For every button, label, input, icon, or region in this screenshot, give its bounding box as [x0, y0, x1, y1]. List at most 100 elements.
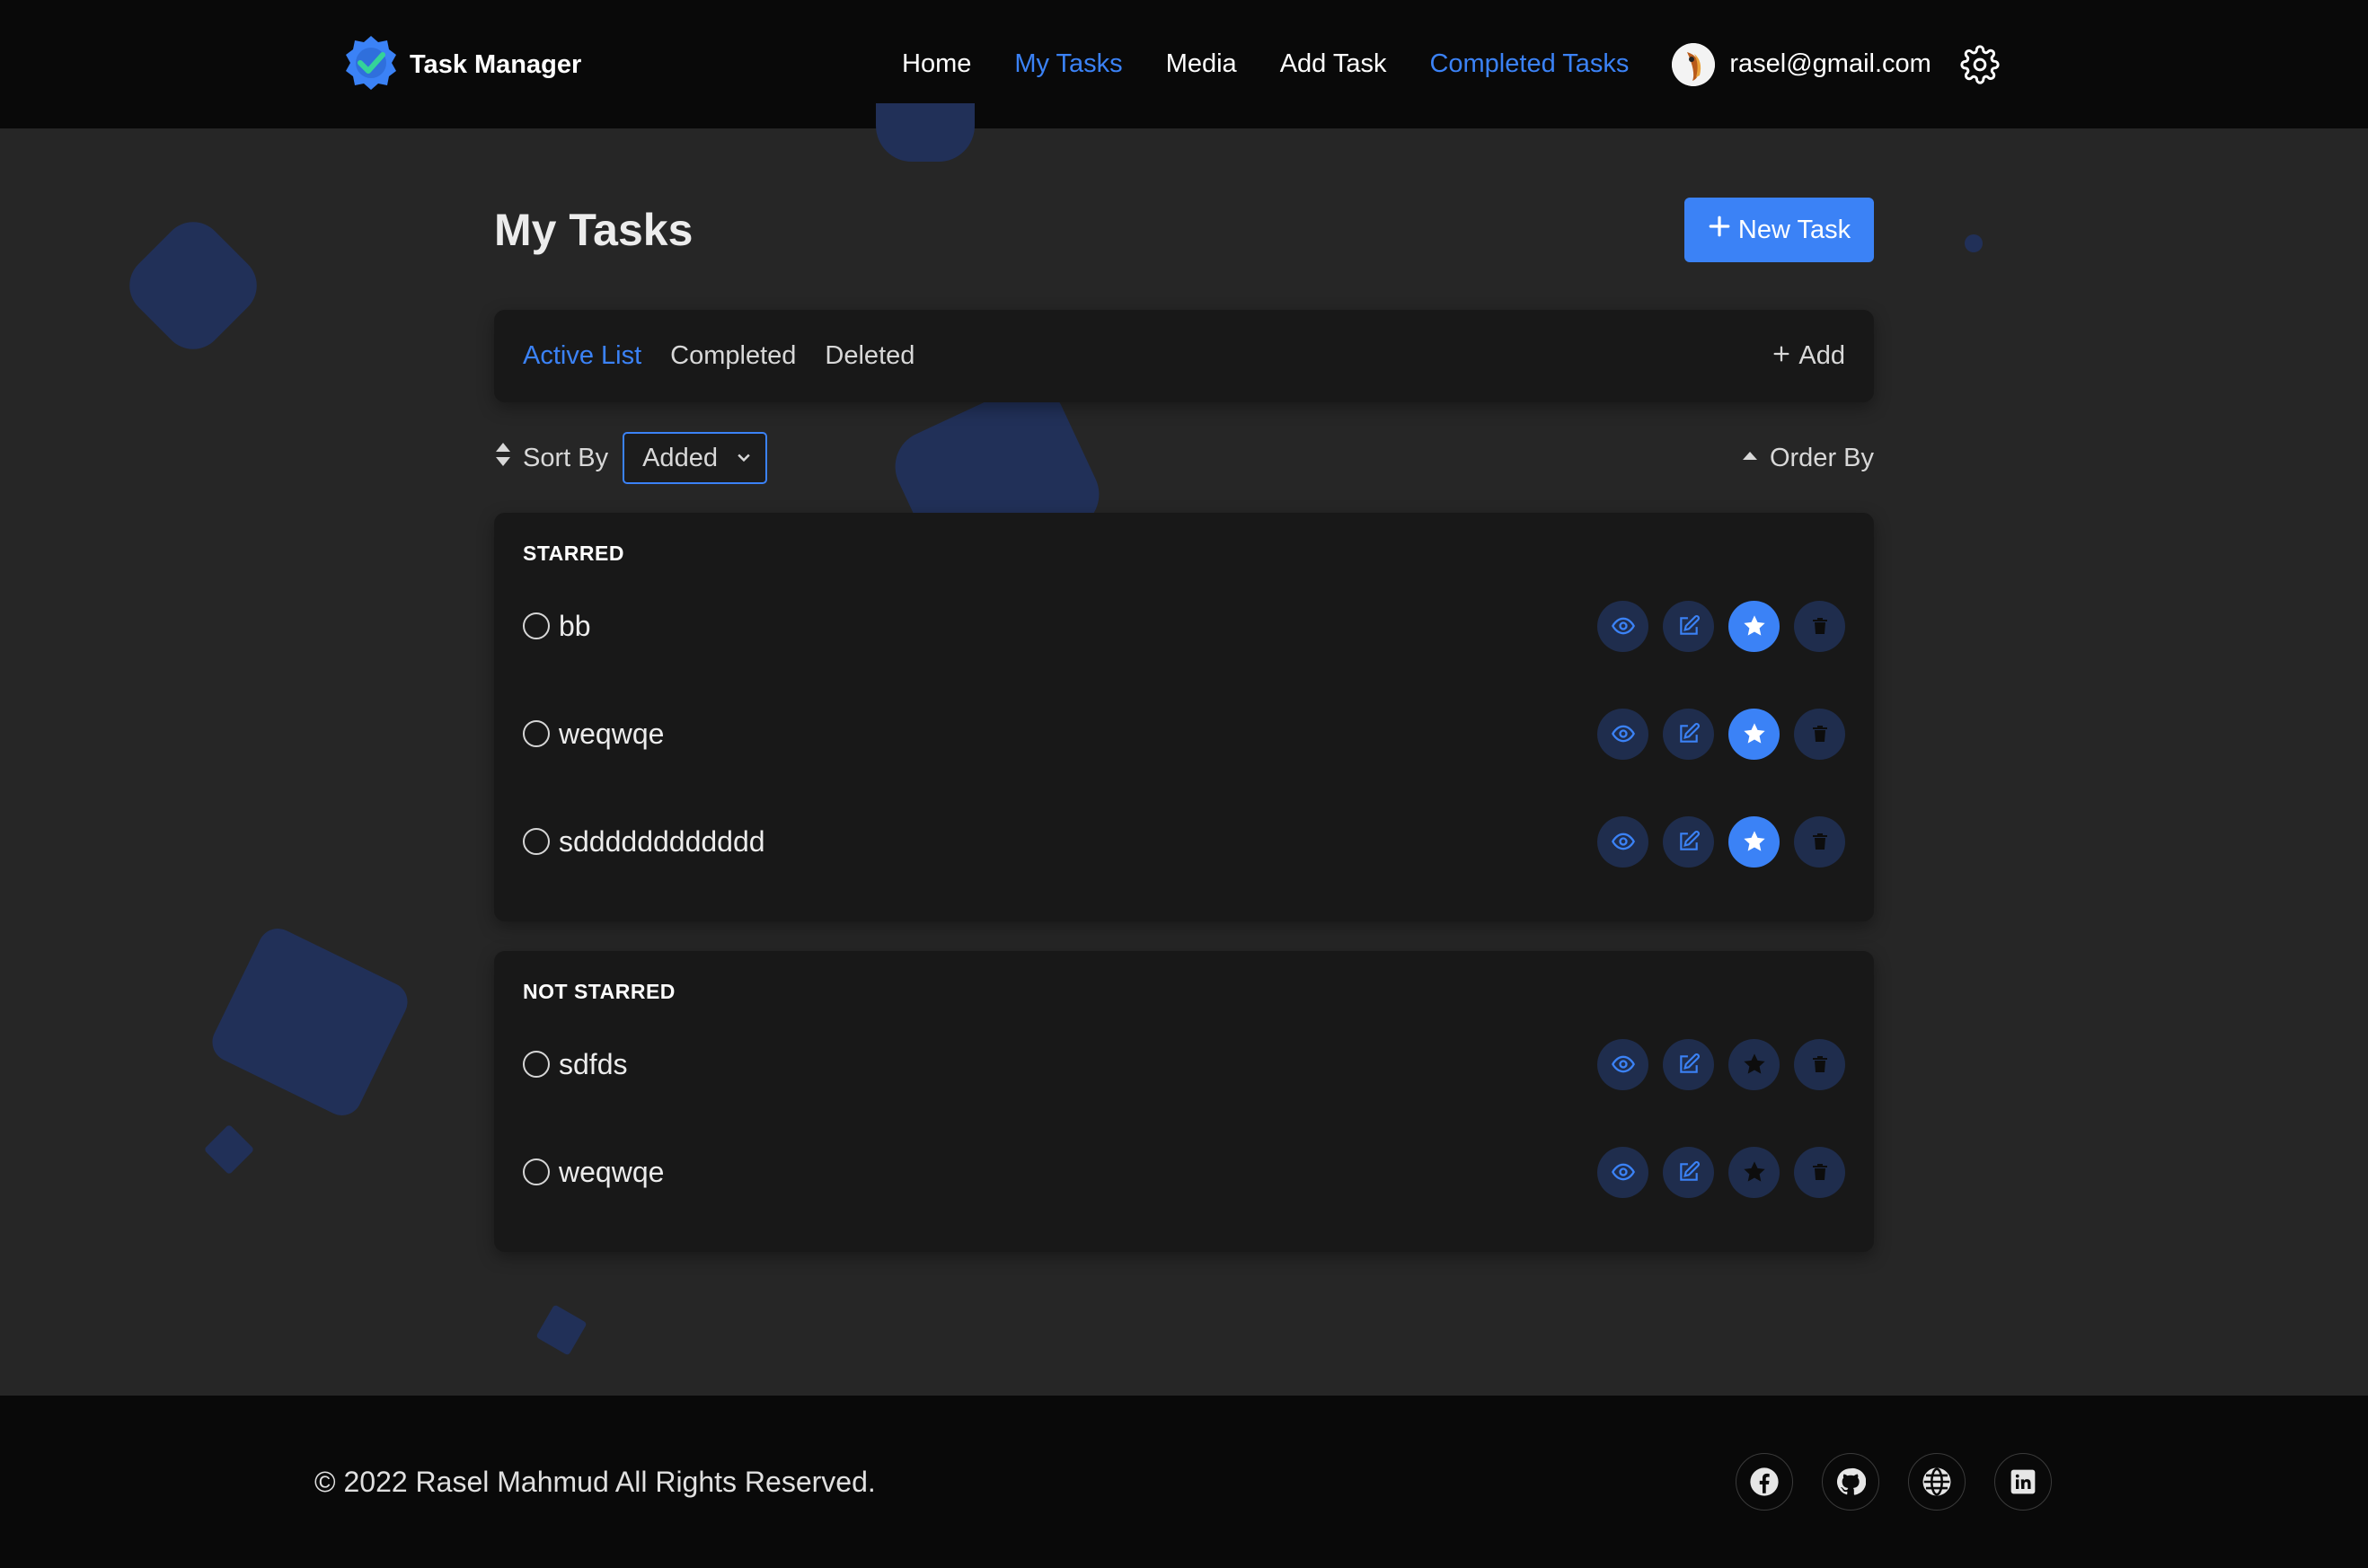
task-group-starred: STARRED bb weqwqe sdddddddddddd	[494, 513, 1874, 921]
star-task-button[interactable]	[1728, 1038, 1780, 1090]
decorative-shape	[206, 921, 414, 1123]
task-actions	[1597, 1038, 1845, 1090]
delete-task-button[interactable]	[1794, 815, 1845, 868]
delete-task-button[interactable]	[1794, 1038, 1845, 1090]
sort-row: Sort By Added Order By	[494, 431, 1874, 485]
edit-icon	[1679, 615, 1700, 635]
edit-task-button[interactable]	[1663, 600, 1714, 652]
globe-icon[interactable]	[1908, 1453, 1966, 1511]
nav-home[interactable]: Home	[902, 49, 971, 79]
star-icon	[1743, 615, 1765, 636]
star-task-button[interactable]	[1728, 600, 1780, 652]
chevron-down-icon	[735, 444, 753, 473]
new-task-button[interactable]: New Task	[1684, 198, 1874, 262]
add-list-button[interactable]: Add	[1772, 341, 1845, 371]
linkedin-icon[interactable]	[1994, 1453, 2052, 1511]
view-task-button[interactable]	[1597, 708, 1648, 760]
avatar	[1672, 42, 1716, 86]
star-task-button[interactable]	[1728, 815, 1780, 868]
delete-task-button[interactable]	[1794, 600, 1845, 652]
task-title: sdddddddddddd	[559, 824, 765, 858]
logo-icon	[341, 33, 401, 97]
delete-task-button[interactable]	[1794, 1146, 1845, 1198]
task-actions	[1597, 815, 1845, 868]
tabs-bar: Active List Completed Deleted Add	[494, 310, 1874, 402]
task-title: bb	[559, 609, 591, 642]
task-group-not-starred: NOT STARRED sdfds weqwqe	[494, 951, 1874, 1252]
eye-icon	[1611, 725, 1635, 743]
view-task-button[interactable]	[1597, 1146, 1648, 1198]
order-by-button[interactable]: Order By	[1741, 444, 1874, 473]
task-complete-checkbox[interactable]	[523, 1158, 550, 1185]
brand[interactable]: Task Manager	[341, 32, 581, 97]
decorative-shape	[117, 209, 269, 362]
task-title: weqwqe	[559, 1155, 665, 1188]
delete-task-button[interactable]	[1794, 708, 1845, 760]
task-complete-checkbox[interactable]	[523, 720, 550, 747]
nav-my-tasks[interactable]: My Tasks	[1014, 49, 1122, 79]
edit-task-button[interactable]	[1663, 1038, 1714, 1090]
navbar: Task Manager Home My Tasks Media Add Tas…	[0, 0, 2368, 128]
task-actions	[1597, 1146, 1845, 1198]
task-complete-checkbox[interactable]	[523, 1051, 550, 1078]
social-links	[1736, 1396, 2052, 1568]
eye-icon	[1611, 617, 1635, 635]
nav-media[interactable]: Media	[1166, 49, 1237, 79]
star-task-button[interactable]	[1728, 1146, 1780, 1198]
star-task-button[interactable]	[1728, 708, 1780, 760]
view-task-button[interactable]	[1597, 815, 1648, 868]
sort-by: Sort By	[494, 441, 608, 475]
task-complete-checkbox[interactable]	[523, 612, 550, 639]
plus-icon	[1708, 215, 1731, 245]
task-row: sdfds	[523, 1035, 1845, 1093]
tab-deleted[interactable]: Deleted	[825, 341, 915, 371]
nav-completed-tasks[interactable]: Completed Tasks	[1429, 49, 1629, 79]
nav-add-task[interactable]: Add Task	[1280, 49, 1387, 79]
task-actions	[1597, 600, 1845, 652]
trash-icon	[1812, 833, 1827, 850]
brand-name: Task Manager	[410, 49, 582, 79]
edit-task-button[interactable]	[1663, 1146, 1714, 1198]
eye-icon	[1611, 832, 1635, 850]
nav-links: Home My Tasks Media Add Task Completed T…	[902, 0, 2000, 128]
user-menu[interactable]: rasel@gmail.com	[1672, 42, 1931, 86]
eye-icon	[1611, 1163, 1635, 1181]
decorative-shape	[876, 103, 975, 162]
edit-icon	[1679, 723, 1700, 743]
github-icon[interactable]	[1822, 1453, 1879, 1511]
plus-icon	[1772, 341, 1791, 371]
trash-icon	[1812, 726, 1827, 742]
task-actions	[1597, 708, 1845, 760]
decorative-shape	[535, 1304, 588, 1356]
sort-selected-value: Added	[642, 443, 718, 472]
edit-task-button[interactable]	[1663, 815, 1714, 868]
decorative-shape	[1965, 234, 1983, 252]
copyright-text: © 2022 Rasel Mahmud All Rights Reserved.	[314, 1465, 876, 1498]
task-title: sdfds	[559, 1047, 628, 1080]
group-title: STARRED	[523, 542, 624, 565]
facebook-icon[interactable]	[1736, 1453, 1793, 1511]
footer: © 2022 Rasel Mahmud All Rights Reserved.	[0, 1396, 2368, 1568]
task-row: sdddddddddddd	[523, 813, 1845, 870]
group-title: NOT STARRED	[523, 980, 676, 1003]
edit-icon	[1679, 1161, 1700, 1181]
sort-select[interactable]: Added	[623, 432, 768, 484]
view-task-button[interactable]	[1597, 1038, 1648, 1090]
add-list-label: Add	[1798, 341, 1845, 370]
task-row: weqwqe	[523, 1143, 1845, 1201]
edit-icon	[1679, 1053, 1700, 1073]
task-complete-checkbox[interactable]	[523, 828, 550, 855]
star-icon	[1743, 723, 1765, 744]
star-icon	[1743, 1161, 1765, 1182]
tab-completed[interactable]: Completed	[670, 341, 796, 371]
tab-active-list[interactable]: Active List	[523, 341, 641, 371]
edit-task-button[interactable]	[1663, 708, 1714, 760]
task-row: weqwqe	[523, 705, 1845, 762]
star-icon	[1743, 1053, 1765, 1074]
trash-icon	[1812, 1164, 1827, 1180]
decorative-shape	[203, 1123, 255, 1176]
gear-icon[interactable]	[1960, 44, 2000, 84]
star-icon	[1743, 831, 1765, 851]
caret-up-icon	[1741, 444, 1759, 473]
view-task-button[interactable]	[1597, 600, 1648, 652]
